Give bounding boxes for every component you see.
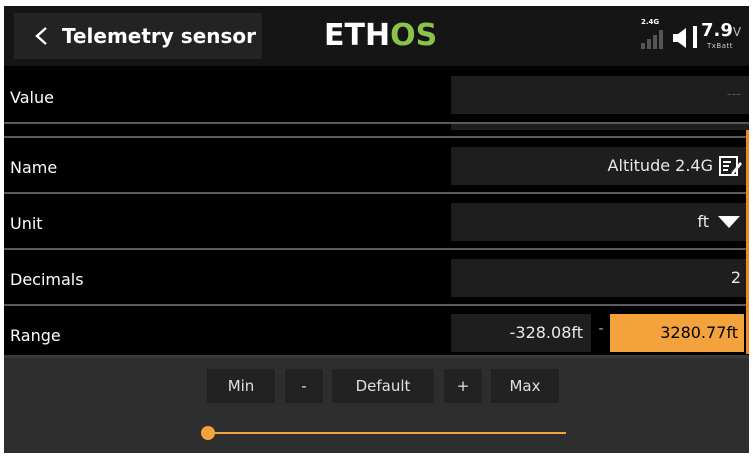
row-value: Value --- (4, 66, 749, 122)
name-field-text: Altitude 2.4G (607, 156, 713, 175)
row-unit: Unit ft (4, 194, 749, 250)
rf-band-label: 2.4G (641, 18, 660, 26)
tx-voltage-unit: V (732, 25, 742, 39)
ethos-logo: ETHOS (324, 17, 437, 55)
back-button[interactable]: Telemetry sensor (14, 13, 262, 59)
signal-bars-icon (641, 30, 663, 49)
header-bar: Telemetry sensor ETHOS 2.4G 7.9V TxBatt (4, 6, 749, 66)
range-max-field[interactable]: 3280.77ft (610, 314, 744, 352)
increment-button[interactable]: + (444, 369, 482, 403)
status-area: 2.4G 7.9V TxBatt (633, 14, 745, 56)
row-decimals: Decimals 2 (4, 250, 749, 306)
name-field[interactable]: Altitude 2.4G (451, 147, 749, 185)
row-name: Name Altitude 2.4G (4, 138, 749, 194)
decimals-label: Decimals (10, 270, 84, 289)
row-range: Range -328.08ft - 3280.77ft (4, 306, 749, 362)
scrollbar[interactable] (746, 130, 749, 354)
range-min-field[interactable]: -328.08ft (451, 314, 591, 352)
decimals-field[interactable]: 2 (451, 259, 749, 297)
decrement-button[interactable]: - (285, 369, 323, 403)
unit-dropdown[interactable]: ft (451, 203, 749, 241)
value-field-extension (451, 124, 749, 130)
range-separator: - (598, 321, 604, 337)
range-min-value: -328.08ft (509, 323, 583, 342)
tx-voltage-value: 7.9 (701, 20, 733, 41)
range-label: Range (10, 326, 61, 345)
chevron-left-icon (35, 27, 47, 45)
edit-icon (719, 156, 742, 176)
settings-list: Value --- Name Altitude 2.4G Unit ft Dec… (4, 66, 749, 358)
decimals-value: 2 (730, 268, 741, 287)
logo-part-2: OS (390, 18, 438, 53)
screen: Telemetry sensor ETHOS 2.4G 7.9V TxBatt … (0, 0, 753, 457)
page-title: Telemetry sensor (62, 24, 257, 48)
min-button[interactable]: Min (207, 369, 275, 403)
unit-label: Unit (10, 214, 43, 233)
default-button[interactable]: Default (332, 369, 434, 403)
logo-part-1: ETH (324, 18, 391, 53)
value-field: --- (451, 76, 749, 114)
slider-knob[interactable] (201, 426, 215, 440)
name-label: Name (10, 158, 58, 177)
value-field-text: --- (726, 87, 741, 102)
value-editor-bar: Min - Default + Max (4, 358, 749, 453)
tx-voltage: 7.9V (701, 20, 741, 41)
triangle-down-icon (718, 216, 740, 228)
battery-bar (693, 26, 697, 48)
tx-battery-label: TxBatt (707, 42, 733, 50)
value-label: Value (10, 88, 54, 107)
range-max-value: 3280.77ft (660, 323, 738, 342)
value-slider[interactable] (208, 432, 566, 434)
max-button[interactable]: Max (491, 369, 559, 403)
speaker-icon (673, 28, 686, 48)
unit-value: ft (697, 212, 709, 231)
